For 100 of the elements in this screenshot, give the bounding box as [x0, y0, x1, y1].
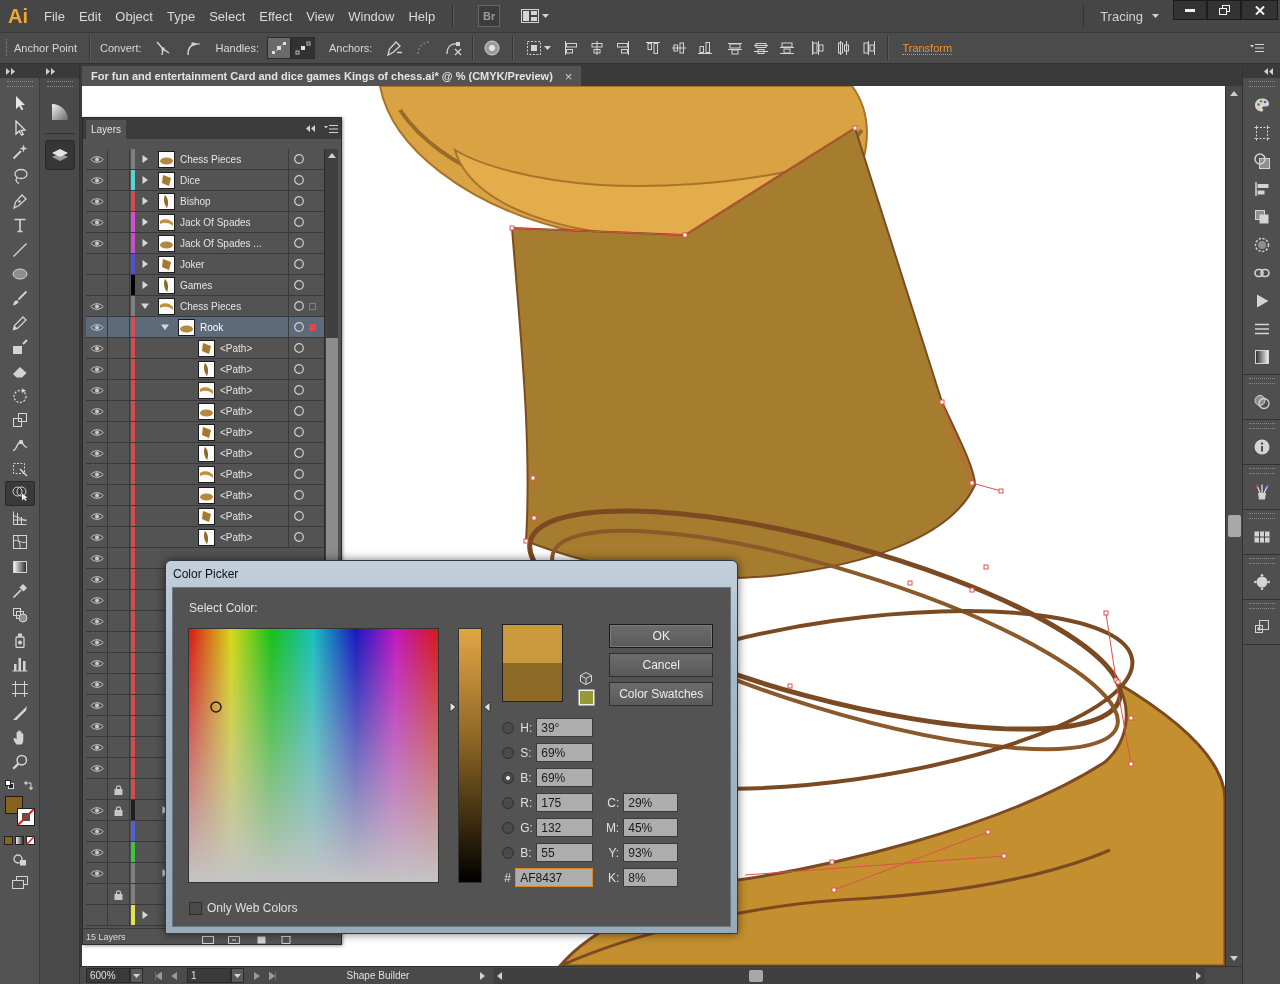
dialog-button[interactable]: Color Swatches	[609, 682, 714, 706]
collapse-arrows-icon[interactable]	[1264, 67, 1274, 75]
pen-minus-icon[interactable]	[386, 40, 403, 56]
lock-icon[interactable]	[114, 888, 123, 900]
handle-toggle-button[interactable]	[267, 37, 291, 59]
value-field[interactable]: 39°	[536, 718, 594, 737]
target-ring-icon[interactable]	[294, 280, 304, 290]
value-field[interactable]: 69%	[536, 743, 594, 762]
delete-icon[interactable]	[280, 935, 292, 944]
target-ring-icon[interactable]	[294, 196, 304, 206]
overlapping-squares-icon[interactable]	[1253, 209, 1270, 225]
value-field[interactable]: 93%	[623, 843, 679, 862]
minimize-button[interactable]	[1173, 0, 1207, 20]
scroll-thumb[interactable]	[749, 969, 763, 982]
hex-field[interactable]: AF8437	[515, 868, 594, 887]
target-ring-icon[interactable]	[294, 217, 304, 227]
menu-item[interactable]: Effect	[252, 8, 300, 24]
zoom-field[interactable]: 600%	[86, 968, 130, 983]
eye-icon[interactable]	[89, 868, 104, 878]
target-ring-icon[interactable]	[294, 343, 304, 353]
scroll-left-icon[interactable]	[497, 971, 502, 980]
value-field[interactable]: 55	[536, 843, 594, 862]
ring-icon[interactable]	[210, 701, 222, 714]
layer-row[interactable]: Jack Of Spades ...	[86, 233, 324, 254]
eye-icon[interactable]	[89, 805, 104, 815]
layer-row[interactable]: Chess Pieces	[86, 149, 324, 170]
triangle-icon[interactable]	[141, 281, 149, 289]
layer-row[interactable]: <Path>	[86, 527, 324, 548]
target-ring-icon[interactable]	[294, 469, 304, 479]
layer-row[interactable]: <Path>	[86, 485, 324, 506]
radio-button[interactable]	[502, 721, 515, 734]
distribute-top-icon[interactable]	[727, 40, 744, 56]
panel-tab[interactable]: Layers	[86, 120, 126, 139]
eye-icon[interactable]	[89, 574, 104, 584]
original-color-swatch[interactable]	[503, 663, 563, 701]
screen-mode-icon[interactable]	[11, 875, 28, 889]
eye-icon[interactable]	[89, 595, 104, 605]
eye-icon[interactable]	[89, 637, 104, 647]
document-tab[interactable]: For fun and entertainment Card and dice games Kings of chess.ai* @ % (CMYK/Preview)	[91, 70, 553, 82]
layer-row[interactable]: <Path>	[86, 443, 324, 464]
eye-icon[interactable]	[89, 721, 104, 731]
scroll-up-icon[interactable]	[327, 153, 336, 158]
eye-icon[interactable]	[89, 238, 104, 248]
eye-icon[interactable]	[89, 406, 104, 416]
expand-arrows-icon[interactable]	[6, 67, 16, 75]
eye-icon[interactable]	[89, 385, 104, 395]
transform-link[interactable]: Transform	[902, 41, 953, 55]
radio-button[interactable]	[502, 796, 515, 809]
menu-item[interactable]: Help	[401, 8, 443, 24]
draw-mode-icon[interactable]	[12, 853, 27, 866]
target-ring-icon[interactable]	[294, 175, 304, 185]
panel-menu-icon[interactable]	[324, 123, 338, 134]
triangle-icon[interactable]	[161, 323, 169, 331]
triangle-icon[interactable]	[141, 260, 149, 268]
eye-icon[interactable]	[89, 658, 104, 668]
vertical-scrollbar[interactable]	[1225, 86, 1242, 966]
eye-icon[interactable]	[89, 196, 104, 206]
eye-icon[interactable]	[89, 490, 104, 500]
eye-icon[interactable]	[89, 364, 104, 374]
target-ring-icon[interactable]	[294, 322, 304, 332]
align-top-icon[interactable]	[645, 40, 662, 56]
corner-point-icon[interactable]	[153, 40, 170, 56]
dialog-button[interactable]: Cancel	[609, 653, 714, 677]
cube-icon[interactable]	[580, 672, 593, 685]
value-field[interactable]: 132	[536, 818, 594, 837]
menu-item[interactable]: Window	[341, 8, 402, 24]
color-mode-icon[interactable]	[4, 835, 13, 845]
eye-icon[interactable]	[89, 532, 104, 542]
eye-icon[interactable]	[89, 511, 104, 521]
layer-row[interactable]: <Path>	[86, 338, 324, 359]
scroll-thumb[interactable]	[1227, 515, 1241, 537]
expand-arrows-icon[interactable]	[46, 67, 56, 75]
circle-square-icon[interactable]	[1253, 153, 1270, 169]
lock-icon[interactable]	[114, 804, 123, 816]
layer-row[interactable]: <Path>	[86, 359, 324, 380]
target-ring-icon[interactable]	[294, 259, 304, 269]
distribute-horizontal-center-icon[interactable]	[835, 40, 852, 56]
target-ring-icon[interactable]	[294, 385, 304, 395]
eye-icon[interactable]	[89, 175, 104, 185]
none-mode-icon[interactable]	[26, 835, 35, 845]
radio-button[interactable]	[502, 846, 515, 859]
layer-row[interactable]: <Path>	[86, 401, 324, 422]
triangle-icon[interactable]	[141, 176, 149, 184]
value-field[interactable]: 29%	[623, 793, 679, 812]
layer-row[interactable]: Bishop	[86, 191, 324, 212]
value-field[interactable]: 69%	[536, 768, 594, 787]
caret-icon[interactable]	[544, 46, 552, 50]
next-page-icon[interactable]	[254, 971, 260, 980]
tool-button[interactable]	[4, 481, 35, 506]
value-field[interactable]: 175	[536, 793, 594, 812]
menu-item[interactable]: View	[299, 8, 342, 24]
eye-icon[interactable]	[89, 553, 104, 563]
menu-item[interactable]: File	[37, 8, 72, 24]
handle-toggle-button[interactable]	[291, 37, 315, 59]
checkbox[interactable]	[189, 901, 202, 915]
disc-icon[interactable]	[484, 40, 501, 56]
smooth-point-icon[interactable]	[184, 40, 201, 56]
eye-icon[interactable]	[89, 742, 104, 752]
gradient-mode-icon[interactable]	[15, 835, 24, 845]
eye-icon[interactable]	[89, 469, 104, 479]
